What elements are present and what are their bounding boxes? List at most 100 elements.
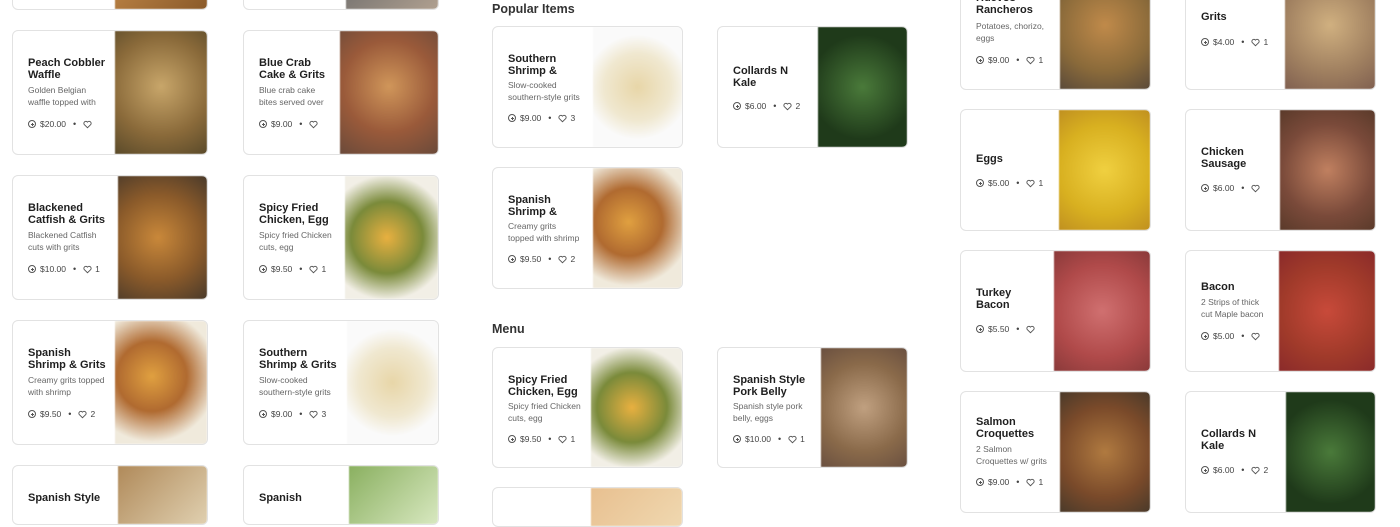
plus-circle-icon[interactable] <box>976 478 984 486</box>
menu-item-card[interactable]: Peach Cobbler Waffle Golden Belgian waffl… <box>12 30 208 155</box>
heart-icon[interactable] <box>1026 325 1036 334</box>
heart-icon[interactable] <box>1251 466 1261 475</box>
plus-circle-icon[interactable] <box>28 410 36 418</box>
menu-item-meta: $10.00 • 1 <box>733 434 805 444</box>
menu-item-description: Spicy fried Chicken cuts, egg <box>259 230 332 252</box>
menu-item-description: Blackened Catfish cuts with grits <box>28 230 97 252</box>
heart-icon[interactable] <box>1251 332 1261 341</box>
separator-dot: • <box>1241 465 1245 475</box>
menu-item-meta: $9.00 • <box>259 119 321 129</box>
heart-icon[interactable] <box>1251 184 1261 193</box>
menu-item-description: Creamy grits topped with shrimp <box>28 375 105 397</box>
heart-icon[interactable] <box>1026 478 1036 487</box>
menu-item-card[interactable]: Spanish Style <box>12 465 208 525</box>
separator-dot: • <box>1241 331 1245 341</box>
plus-circle-icon[interactable] <box>1201 332 1209 340</box>
menu-item-card[interactable]: Spanish Style Pork Belly Spanish style po… <box>717 347 908 468</box>
food-photo <box>591 488 682 526</box>
menu-item-info: Peach Cobbler Waffle Golden Belgian waffl… <box>28 31 106 154</box>
heart-icon[interactable] <box>1026 56 1036 65</box>
menu-item-description: Potatoes, chorizo, eggs <box>976 21 1045 43</box>
heart-icon[interactable] <box>78 410 88 419</box>
menu-item-card[interactable]: Eggs $5.00 • 1 <box>960 109 1151 231</box>
heart-icon[interactable] <box>83 265 92 274</box>
menu-item-card[interactable]: Blue Crab Cake & Grits Blue crab cake bit… <box>243 30 439 155</box>
plus-circle-icon[interactable] <box>28 265 36 273</box>
menu-item-card[interactable] <box>492 487 683 527</box>
menu-item-card[interactable]: Salmon Croquettes 2 Salmon Croquettes w/ … <box>960 391 1151 513</box>
heart-icon[interactable] <box>558 255 568 264</box>
menu-item-card[interactable]: Bacon 2 Strips of thick cut Maple bacon $5… <box>1185 250 1376 372</box>
menu-item-description: Golden Belgian waffle topped with peach … <box>28 85 96 107</box>
heart-icon[interactable] <box>558 114 568 123</box>
heart-icon[interactable] <box>783 102 793 111</box>
plus-circle-icon[interactable] <box>733 435 741 443</box>
plus-circle-icon[interactable] <box>259 410 267 418</box>
plus-circle-icon[interactable] <box>508 255 516 263</box>
menu-item-card[interactable]: Spicy Fried Chicken, Egg Spicy fried Chic… <box>243 175 439 300</box>
menu-item-card[interactable]: Spanish Shrimp & Grits Creamy grits toppe… <box>12 320 208 445</box>
heart-icon[interactable] <box>788 435 797 444</box>
menu-item-card[interactable]: Huevos Rancheros Potatoes, chorizo, eggs $… <box>960 0 1151 90</box>
separator-dot: • <box>1016 178 1020 188</box>
menu-item-meta: $5.00 • <box>1201 331 1263 341</box>
heart-icon[interactable] <box>1026 179 1036 188</box>
menu-item-card[interactable]: Turkey Bacon $5.50 • <box>960 250 1151 372</box>
plus-circle-icon[interactable] <box>976 325 984 333</box>
menu-item-card[interactable] <box>243 0 439 10</box>
heart-icon[interactable] <box>1251 38 1261 47</box>
plus-circle-icon[interactable] <box>28 120 36 128</box>
heart-icon[interactable] <box>309 120 319 129</box>
menu-item-card[interactable]: Grits $4.00 • 1 <box>1185 0 1376 90</box>
menu-item-price: $5.00 <box>1213 331 1235 341</box>
plus-circle-icon[interactable] <box>976 179 984 187</box>
menu-item-title: Spanish Style Pork Belly <box>733 374 806 398</box>
plus-circle-icon[interactable] <box>1201 38 1209 46</box>
menu-item-card[interactable]: Spanish Shrimp & Grits Creamy grits toppe… <box>492 167 683 289</box>
like-count: 1 <box>570 434 576 444</box>
heart-icon[interactable] <box>83 120 92 129</box>
menu-item-description: Slow-cooked southern-style grits <box>259 375 331 397</box>
food-photo <box>1285 0 1375 89</box>
menu-item-card[interactable]: Blackened Catfish & Grits Blackened Catfi… <box>12 175 208 300</box>
plus-circle-icon[interactable] <box>508 114 516 122</box>
plus-circle-icon[interactable] <box>976 56 984 64</box>
menu-item-description: Creamy grits topped with shrimp <box>508 221 580 243</box>
menu-item-title: Spanish Style <box>28 492 101 504</box>
menu-item-title: Southern Shrimp & Grits <box>508 53 557 77</box>
plus-circle-icon[interactable] <box>259 120 267 128</box>
heart-icon[interactable] <box>309 410 319 419</box>
food-photo <box>1054 251 1150 371</box>
menu-item-card[interactable] <box>12 0 208 10</box>
separator-dot: • <box>1016 55 1020 65</box>
menu-item-price: $9.00 <box>520 113 542 123</box>
menu-item-title: Collards N Kale <box>1201 428 1257 452</box>
menu-item-info: Salmon Croquettes 2 Salmon Croquettes w/ … <box>976 392 1051 512</box>
plus-circle-icon[interactable] <box>259 265 267 273</box>
menu-item-card[interactable]: Southern Shrimp & Grits Slow-cooked south… <box>243 320 439 445</box>
menu-item-card[interactable]: Spanish <box>243 465 439 525</box>
heart-icon[interactable] <box>558 435 568 444</box>
menu-item-card[interactable]: Southern Shrimp & Grits Slow-cooked south… <box>492 26 683 148</box>
like-count: 2 <box>1263 465 1269 475</box>
food-photo <box>118 466 207 524</box>
food-photo <box>821 348 907 467</box>
plus-circle-icon[interactable] <box>508 435 516 443</box>
separator-dot: • <box>73 264 77 274</box>
menu-item-info: Spanish Style <box>28 466 109 524</box>
menu-item-info: Blackened Catfish & Grits Blackened Catfi… <box>28 176 109 299</box>
menu-item-card[interactable]: Chicken Sausage $6.00 • <box>1185 109 1376 231</box>
menu-item-card[interactable]: Spicy Fried Chicken, Egg Spicy fried Chic… <box>492 347 683 468</box>
plus-circle-icon[interactable] <box>1201 466 1209 474</box>
menu-item-card[interactable]: Collards N Kale $6.00 • 2 <box>1185 391 1376 513</box>
menu-item-meta: $9.00 • 3 <box>508 113 575 123</box>
menu-item-price: $9.00 <box>988 55 1010 65</box>
plus-circle-icon[interactable] <box>733 102 741 110</box>
separator-dot: • <box>548 113 552 123</box>
heart-icon[interactable] <box>309 265 319 274</box>
menu-item-description: Slow-cooked southern-style grits <box>508 80 580 102</box>
menu-item-info: Turkey Bacon $5.50 • <box>976 251 1045 371</box>
plus-circle-icon[interactable] <box>1201 184 1209 192</box>
menu-item-card[interactable]: Collards N Kale $6.00 • 2 <box>717 26 908 148</box>
separator-dot: • <box>299 119 303 129</box>
